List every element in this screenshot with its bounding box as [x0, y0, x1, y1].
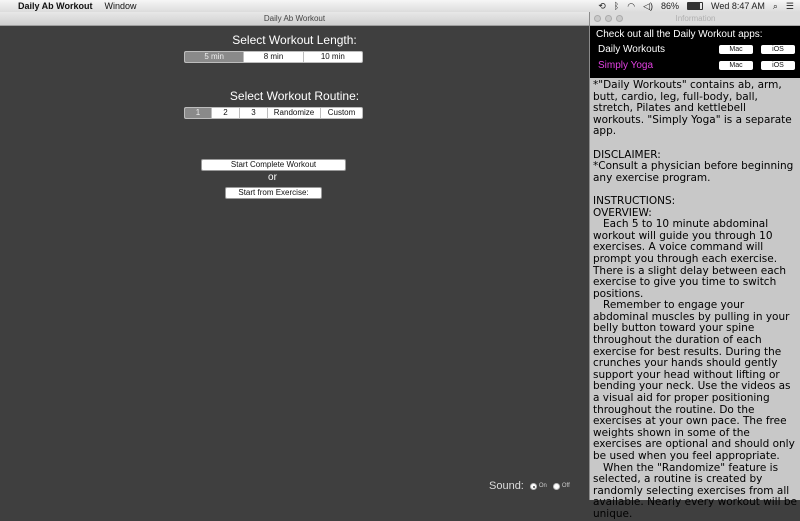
- mac-button[interactable]: Mac: [719, 44, 753, 54]
- routine-heading: Select Workout Routine:: [229, 89, 360, 103]
- wifi-icon[interactable]: ◠: [627, 1, 635, 12]
- routine-option[interactable]: Custom: [321, 108, 362, 118]
- sound-on-label: On: [538, 483, 547, 489]
- sound-control: Sound: On Off: [489, 480, 570, 492]
- routine-option[interactable]: 3: [240, 108, 268, 118]
- start-from-exercise-button[interactable]: Start from Exercise:: [225, 187, 322, 199]
- app-row-simply-yoga: Simply Yoga Mac iOS: [598, 59, 795, 71]
- or-label: or: [268, 172, 277, 183]
- battery-fill: [688, 3, 701, 9]
- sound-on-radio[interactable]: On: [529, 482, 547, 490]
- length-option[interactable]: 5 min: [185, 52, 245, 62]
- app-menu[interactable]: Daily Ab Workout: [18, 0, 93, 12]
- bluetooth-icon[interactable]: ᛒ: [614, 1, 619, 11]
- routine-segmented-control: 1 2 3 Randomize Custom: [184, 107, 363, 119]
- close-window-icon[interactable]: [594, 15, 601, 22]
- start-complete-workout-button[interactable]: Start Complete Workout: [201, 159, 346, 171]
- app-name: Simply Yoga: [598, 59, 654, 71]
- battery-icon[interactable]: [687, 2, 703, 10]
- routine-option[interactable]: 2: [212, 108, 240, 118]
- list-icon[interactable]: ☰: [786, 1, 794, 12]
- radio-dot: [552, 482, 560, 490]
- length-heading: Select Workout Length:: [232, 33, 357, 47]
- sound-label: Sound:: [489, 480, 524, 492]
- radio-dot: [529, 482, 537, 490]
- window-controls: [594, 15, 623, 22]
- zoom-window-icon[interactable]: [616, 15, 623, 22]
- length-option[interactable]: 10 min: [304, 52, 362, 62]
- ios-button[interactable]: iOS: [761, 44, 795, 54]
- main-window-title: Daily Ab Workout: [0, 12, 589, 26]
- app-row-daily-workouts: Daily Workouts Mac iOS: [598, 43, 795, 55]
- volume-icon[interactable]: ◁): [643, 1, 653, 12]
- length-option[interactable]: 8 min: [244, 52, 304, 62]
- window-menu[interactable]: Window: [105, 0, 137, 12]
- app-name: Daily Workouts: [598, 43, 666, 55]
- apps-panel: Check out all the Daily Workout apps: Da…: [590, 26, 800, 78]
- sound-off-label: Off: [561, 483, 570, 489]
- time-machine-icon[interactable]: ⟲: [598, 1, 606, 12]
- sound-off-radio[interactable]: Off: [552, 482, 570, 490]
- main-window: Daily Ab Workout Select Workout Length: …: [0, 12, 589, 500]
- mac-button[interactable]: Mac: [719, 60, 753, 70]
- routine-option[interactable]: Randomize: [268, 108, 321, 118]
- minimize-window-icon[interactable]: [605, 15, 612, 22]
- clock[interactable]: Wed 8:47 AM: [711, 1, 765, 11]
- routine-option[interactable]: 1: [185, 108, 212, 118]
- ios-button[interactable]: iOS: [761, 60, 795, 70]
- apps-heading: Check out all the Daily Workout apps:: [596, 29, 763, 40]
- information-text: *"Daily Workouts" contains ab, arm, butt…: [593, 79, 797, 520]
- length-segmented-control: 5 min 8 min 10 min: [184, 51, 363, 63]
- information-title-text: Information: [675, 14, 716, 23]
- information-window-title: Information: [590, 12, 800, 26]
- battery-percent[interactable]: 86%: [661, 1, 679, 11]
- information-window: Information Check out all the Daily Work…: [589, 12, 800, 520]
- search-icon[interactable]: ⌕: [773, 1, 778, 12]
